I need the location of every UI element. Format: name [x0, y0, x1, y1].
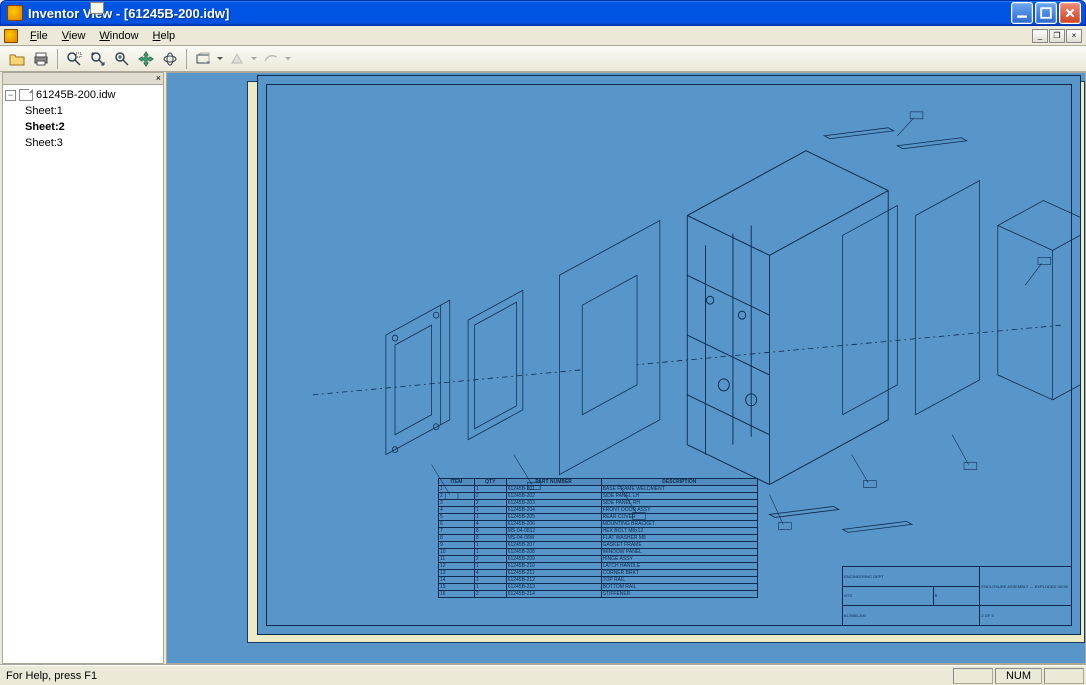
parts-row: 5161245B-205REAR COVER: [439, 514, 758, 521]
measure-dropdown[interactable]: [284, 48, 292, 70]
tree-root[interactable]: − 61245B-200.idw: [5, 87, 161, 103]
display-mode-button[interactable]: [226, 48, 248, 70]
title-block: ENGINEERING DEPT ENCLOSURE ASSEMBLY — EX…: [842, 566, 1072, 626]
menu-view[interactable]: View: [56, 28, 92, 44]
parts-row: 11261245B-209HINGE ASSY: [439, 556, 758, 563]
tb-title: ENCLOSURE ASSEMBLY — EXPLODED VIEW: [980, 567, 1072, 606]
display-mode-dropdown[interactable]: [250, 48, 258, 70]
parts-row: 15161245B-213BOTTOM RAIL: [439, 584, 758, 591]
app-icon: [7, 5, 23, 21]
status-help-text: For Help, press F1: [2, 670, 951, 682]
parts-header: QTY: [474, 479, 506, 486]
model-tree[interactable]: − 61245B-200.idw Sheet:1 Sheet:2 Sheet:3: [3, 85, 163, 663]
status-panel-3: .: [1044, 668, 1084, 684]
browser-panel: × − 61245B-200.idw Sheet:1 Sheet:2 Sheet:3: [2, 72, 164, 664]
parts-row: 14161245B-212TOP RAIL: [439, 577, 758, 584]
parts-row: 88MS-04-08WFLAT WASHER M8: [439, 535, 758, 542]
document-name: [61245B-200.idw]: [124, 6, 230, 21]
menu-file[interactable]: File: [24, 28, 54, 44]
look-at-dropdown[interactable]: [216, 48, 224, 70]
open-button[interactable]: [6, 48, 28, 70]
mdi-close-button[interactable]: ×: [1066, 29, 1082, 43]
graphics-canvas[interactable]: ITEMQTYPART NUMBERDESCRIPTION1161245B-20…: [166, 72, 1086, 664]
main-area: × − 61245B-200.idw Sheet:1 Sheet:2 Sheet:3: [0, 72, 1086, 665]
tb-company: ENGINEERING DEPT: [843, 567, 980, 587]
parts-row: 10161245B-208WINDOW PANEL: [439, 549, 758, 556]
tree-sheet-label: Sheet:3: [25, 137, 63, 149]
rotate-button[interactable]: [159, 48, 181, 70]
zoom-all-button[interactable]: [87, 48, 109, 70]
document-icon: [19, 89, 33, 101]
minimize-button[interactable]: [1011, 2, 1033, 24]
titlebar: Inventor View - [61245B-200.idw]: [0, 0, 1086, 26]
statusbar: For Help, press F1 . NUM .: [0, 665, 1086, 685]
zoom-button[interactable]: [111, 48, 133, 70]
parts-row: 12161245B-210LATCH HANDLE: [439, 563, 758, 570]
drawing-sheet: ITEMQTYPART NUMBERDESCRIPTION1161245B-20…: [257, 75, 1081, 635]
measure-button[interactable]: [260, 48, 282, 70]
close-button[interactable]: [1059, 2, 1081, 24]
pan-button[interactable]: [135, 48, 157, 70]
parts-list: ITEMQTYPART NUMBERDESCRIPTION1161245B-20…: [438, 478, 758, 618]
look-at-button[interactable]: [192, 48, 214, 70]
toolbar: [0, 46, 1086, 72]
menu-window[interactable]: Window: [93, 28, 144, 44]
mdi-restore-button[interactable]: ❐: [1049, 29, 1065, 43]
tree-sheet-item[interactable]: Sheet:3: [5, 135, 161, 151]
mdi-document-icon: [4, 29, 18, 43]
menubar: File View Window Help _ ❐ ×: [0, 26, 1086, 46]
tb-rev: B: [933, 586, 980, 606]
parts-row: 9161245B-207GASKET FRAME: [439, 542, 758, 549]
parts-row: 4161245B-204FRONT DOOR ASSY: [439, 507, 758, 514]
status-panel-1: .: [953, 668, 993, 684]
tree-sheet-label: Sheet:2: [25, 121, 65, 133]
parts-row: 13461245B-211CORNER BRKT: [439, 570, 758, 577]
tb-dwgno: 61245B-200: [843, 606, 980, 626]
browser-close-button[interactable]: ×: [3, 73, 163, 85]
status-num-lock: NUM: [995, 668, 1042, 684]
tree-root-label: 61245B-200.idw: [36, 89, 116, 101]
mdi-minimize-button[interactable]: _: [1032, 29, 1048, 43]
parts-row: 16261245B-214STIFFENER: [439, 591, 758, 598]
tree-sheet-item[interactable]: Sheet:2: [5, 119, 161, 135]
zoom-window-button[interactable]: [63, 48, 85, 70]
parts-row: 1161245B-201BASE FRAME WELDMENT: [439, 486, 758, 493]
parts-header: DESCRIPTION: [601, 479, 757, 486]
collapse-icon[interactable]: −: [5, 90, 16, 101]
parts-row: 78MS-04-0812HEX BOLT M8x12: [439, 528, 758, 535]
tree-sheet-label: Sheet:1: [25, 105, 63, 117]
tb-sheet: 2 OF 3: [980, 606, 1072, 626]
maximize-button[interactable]: [1035, 2, 1057, 24]
parts-header: PART NUMBER: [506, 479, 601, 486]
tree-sheet-item[interactable]: Sheet:1: [5, 103, 161, 119]
mdi-window-controls: _ ❐ ×: [1032, 29, 1086, 43]
parts-row: 3261245B-203SIDE PANEL RH: [439, 500, 758, 507]
window-controls: [1011, 2, 1085, 24]
parts-header: ITEM: [439, 479, 475, 486]
print-button[interactable]: [30, 48, 52, 70]
parts-row: 2261245B-202SIDE PANEL LH: [439, 493, 758, 500]
window-title: Inventor View - [61245B-200.idw]: [28, 6, 229, 21]
tb-scale: NTS: [843, 586, 934, 606]
menu-help[interactable]: Help: [147, 28, 182, 44]
parts-row: 6461245B-206MOUNTING BRACKET: [439, 521, 758, 528]
